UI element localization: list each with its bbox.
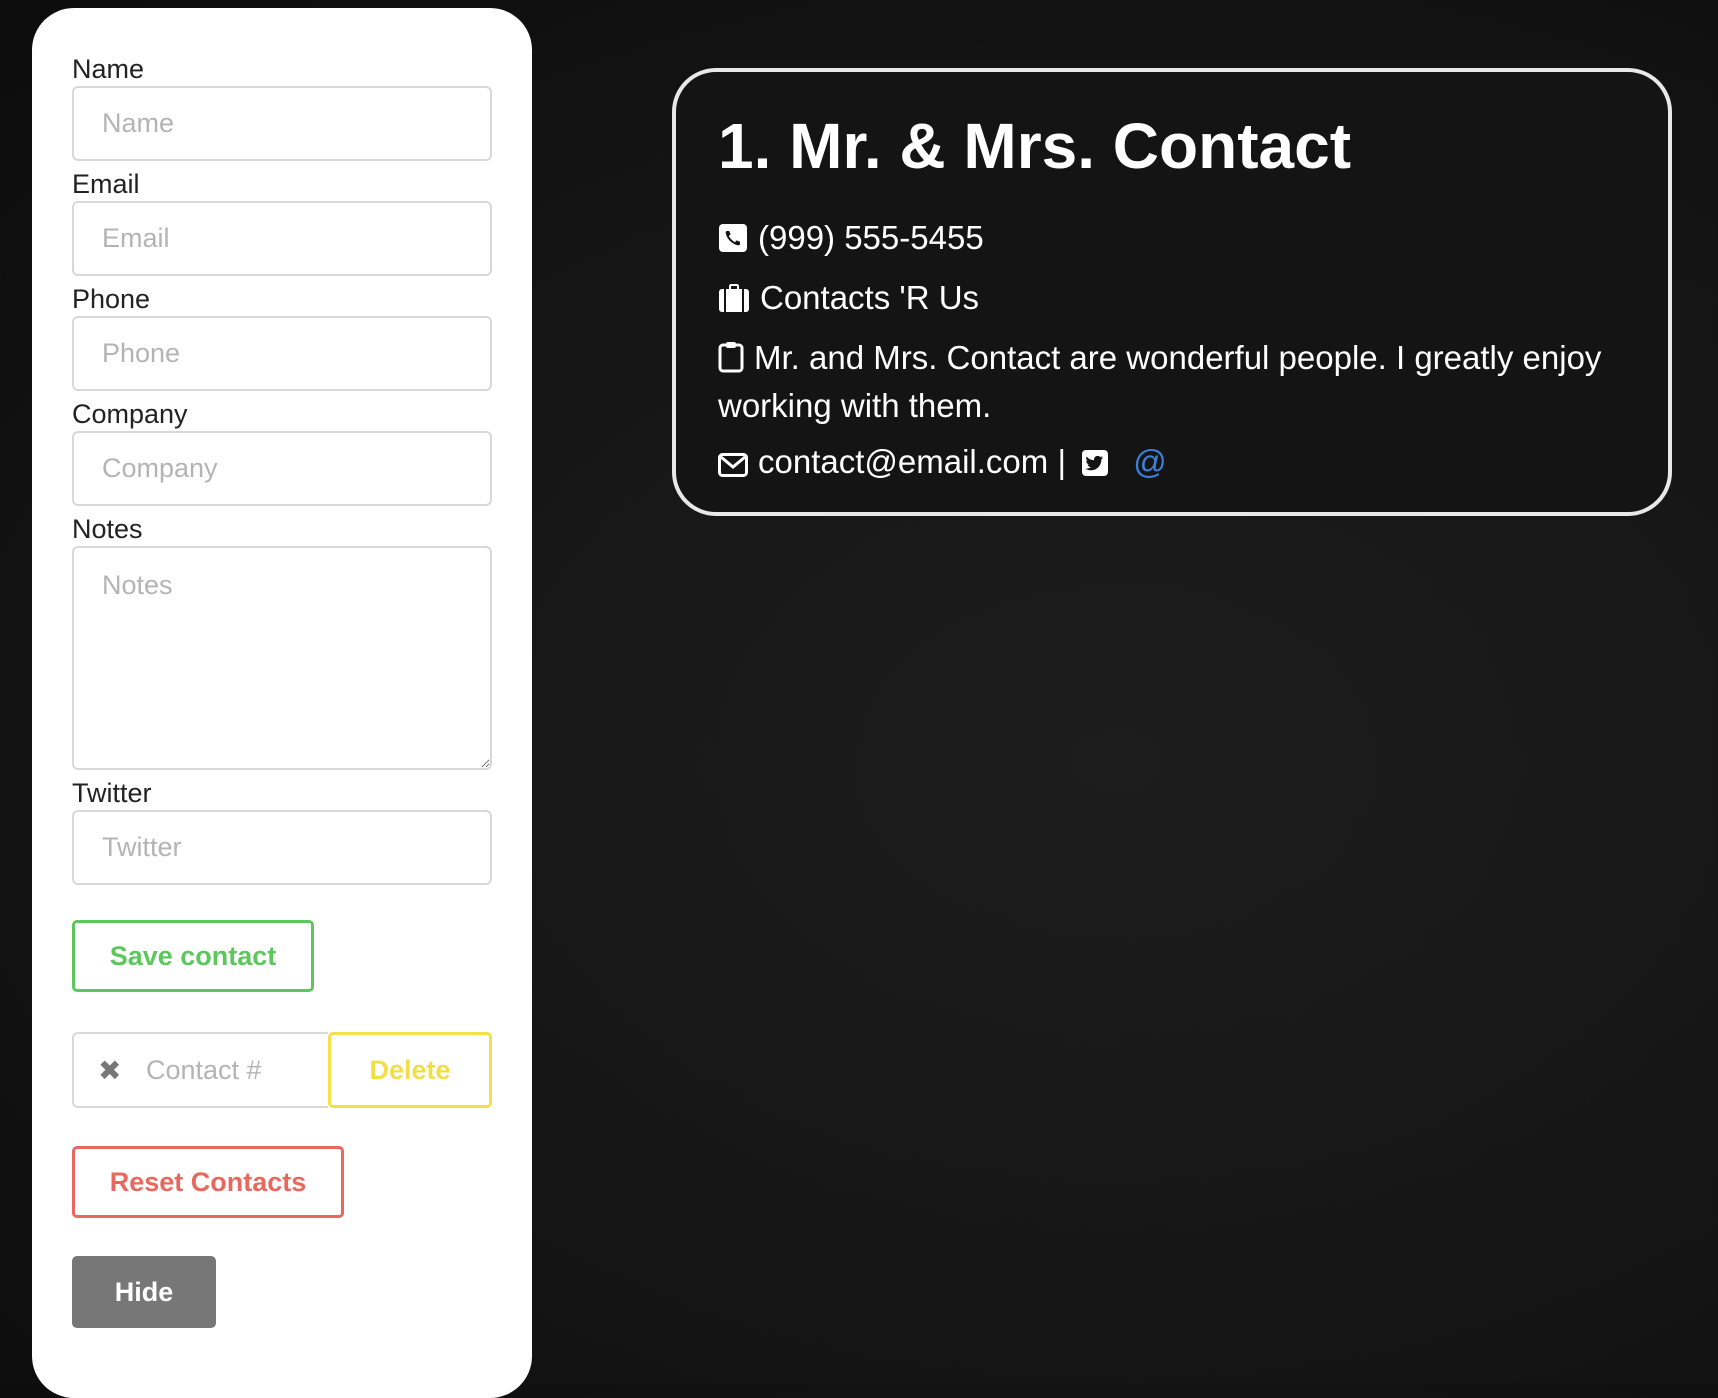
contact-number-field: ✖ bbox=[72, 1032, 329, 1108]
phone-label: Phone bbox=[72, 284, 151, 314]
hide-button[interactable]: Hide bbox=[72, 1256, 216, 1328]
email-label: Email bbox=[72, 169, 140, 199]
email-input[interactable] bbox=[72, 201, 492, 276]
twitter-square-icon bbox=[1081, 444, 1109, 488]
contact-number-input[interactable] bbox=[146, 1054, 316, 1086]
delete-contact-row: ✖ Delete bbox=[72, 1032, 492, 1108]
company-input[interactable] bbox=[72, 431, 492, 506]
twitter-handle-link[interactable]: @ bbox=[1133, 443, 1167, 480]
clipboard-icon bbox=[718, 340, 744, 384]
contact-email: contact@email.com bbox=[758, 443, 1049, 480]
reset-contacts-button[interactable]: Reset Contacts bbox=[72, 1146, 344, 1218]
twitter-input[interactable] bbox=[72, 810, 492, 885]
contact-phone-line: (999) 555-5455 bbox=[718, 216, 1626, 264]
name-input[interactable] bbox=[72, 86, 492, 161]
contact-title: 1. Mr. & Mrs. Contact bbox=[718, 110, 1351, 182]
save-contact-button[interactable]: Save contact bbox=[72, 920, 314, 992]
times-icon[interactable]: ✖ bbox=[98, 1054, 122, 1087]
contact-company-line: Contacts 'R Us bbox=[718, 276, 1626, 324]
phone-square-icon bbox=[718, 220, 748, 264]
delete-button[interactable]: Delete bbox=[328, 1032, 492, 1108]
contact-email-line: contact@email.com | @ bbox=[718, 440, 1626, 488]
contact-form-panel: Name Email Phone Company Notes Twitter S… bbox=[32, 8, 532, 1398]
contact-notes-line: Mr. and Mrs. Contact are wonderful peopl… bbox=[718, 336, 1626, 428]
email-separator: | bbox=[1057, 443, 1067, 480]
contact-notes: Mr. and Mrs. Contact are wonderful peopl… bbox=[718, 339, 1602, 424]
name-label: Name bbox=[72, 54, 145, 84]
contact-phone: (999) 555-5455 bbox=[758, 219, 984, 256]
contact-card: 1. Mr. & Mrs. Contact (999) 555-5455 Con… bbox=[672, 68, 1672, 516]
twitter-label: Twitter bbox=[72, 778, 152, 808]
contact-company: Contacts 'R Us bbox=[760, 279, 980, 316]
company-label: Company bbox=[72, 399, 188, 429]
phone-input[interactable] bbox=[72, 316, 492, 391]
briefcase-icon bbox=[718, 280, 750, 324]
envelope-icon bbox=[718, 444, 748, 488]
notes-label: Notes bbox=[72, 514, 143, 544]
notes-textarea[interactable] bbox=[72, 546, 492, 770]
